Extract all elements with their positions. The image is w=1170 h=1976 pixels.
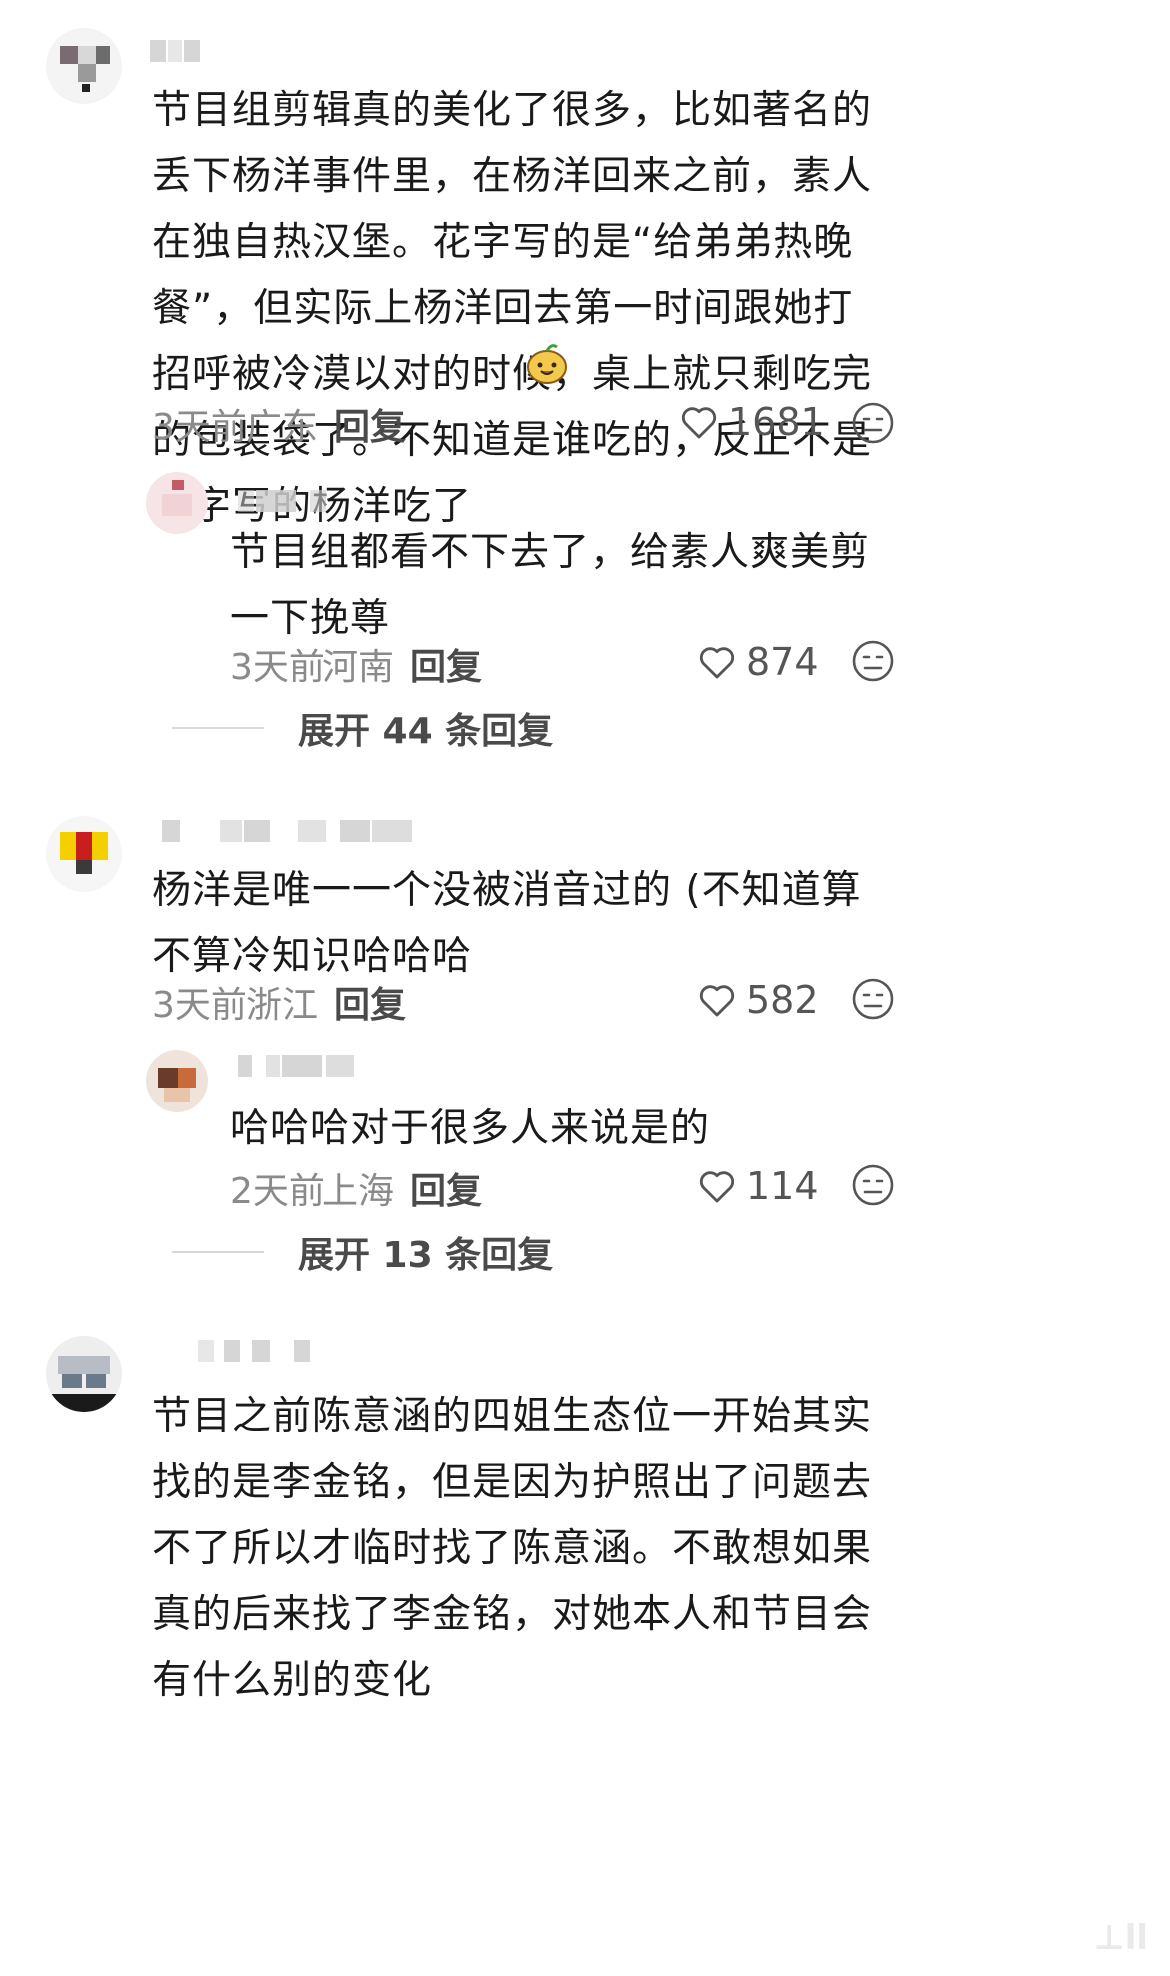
like-count: 114: [746, 1164, 819, 1208]
avatar[interactable]: [46, 28, 122, 104]
divider-line: [172, 1251, 264, 1253]
comment-time: 3天前: [152, 985, 247, 1026]
divider-line: [172, 727, 264, 729]
heart-outline-icon: [699, 985, 735, 1017]
like-count: 1681: [728, 400, 825, 444]
comment-location: 广东: [246, 407, 319, 448]
heart-outline-icon: [699, 647, 735, 679]
heart-outline-icon: [681, 407, 717, 439]
avatar[interactable]: [146, 472, 208, 534]
meh-face-icon[interactable]: [850, 638, 896, 684]
comment-text: 节目之前陈意涵的四姐生态位一开始其实找的是李金铭，但是因为护照出了问题去不了所以…: [152, 1394, 873, 1703]
username-blurred[interactable]: [238, 1055, 358, 1077]
reply-button[interactable]: 回复: [410, 638, 482, 690]
grinning-bean-emoji-icon: [525, 341, 569, 389]
meh-face-icon[interactable]: [850, 976, 896, 1022]
like-count: 582: [746, 978, 819, 1022]
reply-location: 上海: [322, 1171, 395, 1212]
like-button[interactable]: 114: [698, 1164, 819, 1208]
meh-face-icon[interactable]: [850, 1162, 896, 1208]
reply-button[interactable]: 回复: [334, 398, 406, 450]
expand-replies-button[interactable]: 展开 13 条回复: [172, 1226, 553, 1278]
avatar[interactable]: [46, 1336, 122, 1412]
avatar[interactable]: [146, 1050, 208, 1112]
username-blurred[interactable]: [150, 40, 202, 62]
username-blurred[interactable]: [162, 820, 418, 842]
reply-time: 2天前: [230, 1171, 325, 1212]
like-count: 874: [746, 640, 819, 684]
watermark: ⊥ll: [1093, 1918, 1148, 1958]
like-button[interactable]: 874: [698, 640, 819, 684]
meh-face-icon[interactable]: [850, 400, 896, 446]
comment-time: 3天前: [152, 407, 247, 448]
reply-time: 3天前: [230, 647, 325, 688]
username-blurred[interactable]: [198, 1340, 314, 1362]
comment-text: 节目组剪辑真的美化了很多，比如著名的丢下杨洋事件里，在杨洋回来之前，素人在独自热…: [152, 88, 873, 529]
username-blurred[interactable]: [238, 490, 330, 512]
expand-replies-label: 展开 44 条回复: [298, 711, 554, 752]
reply-text: 节目组都看不下去了，给素人爽美剪一下挽尊: [230, 530, 871, 641]
reply-location: 河南: [322, 647, 395, 688]
like-button[interactable]: 582: [698, 978, 819, 1022]
reply-button[interactable]: 回复: [334, 976, 406, 1028]
comment-text: 杨洋是唯一一个没被消音过的 (不知道算不算冷知识哈哈哈: [152, 868, 862, 979]
expand-replies-button[interactable]: 展开 44 条回复: [172, 702, 553, 754]
reply-button[interactable]: 回复: [410, 1162, 482, 1214]
avatar[interactable]: [46, 816, 122, 892]
comment-location: 浙江: [246, 985, 319, 1026]
expand-replies-label: 展开 13 条回复: [298, 1235, 554, 1276]
like-button[interactable]: 1681: [680, 400, 825, 444]
reply-text: 哈哈哈对于很多人来说是的: [230, 1106, 711, 1151]
heart-outline-icon: [699, 1171, 735, 1203]
